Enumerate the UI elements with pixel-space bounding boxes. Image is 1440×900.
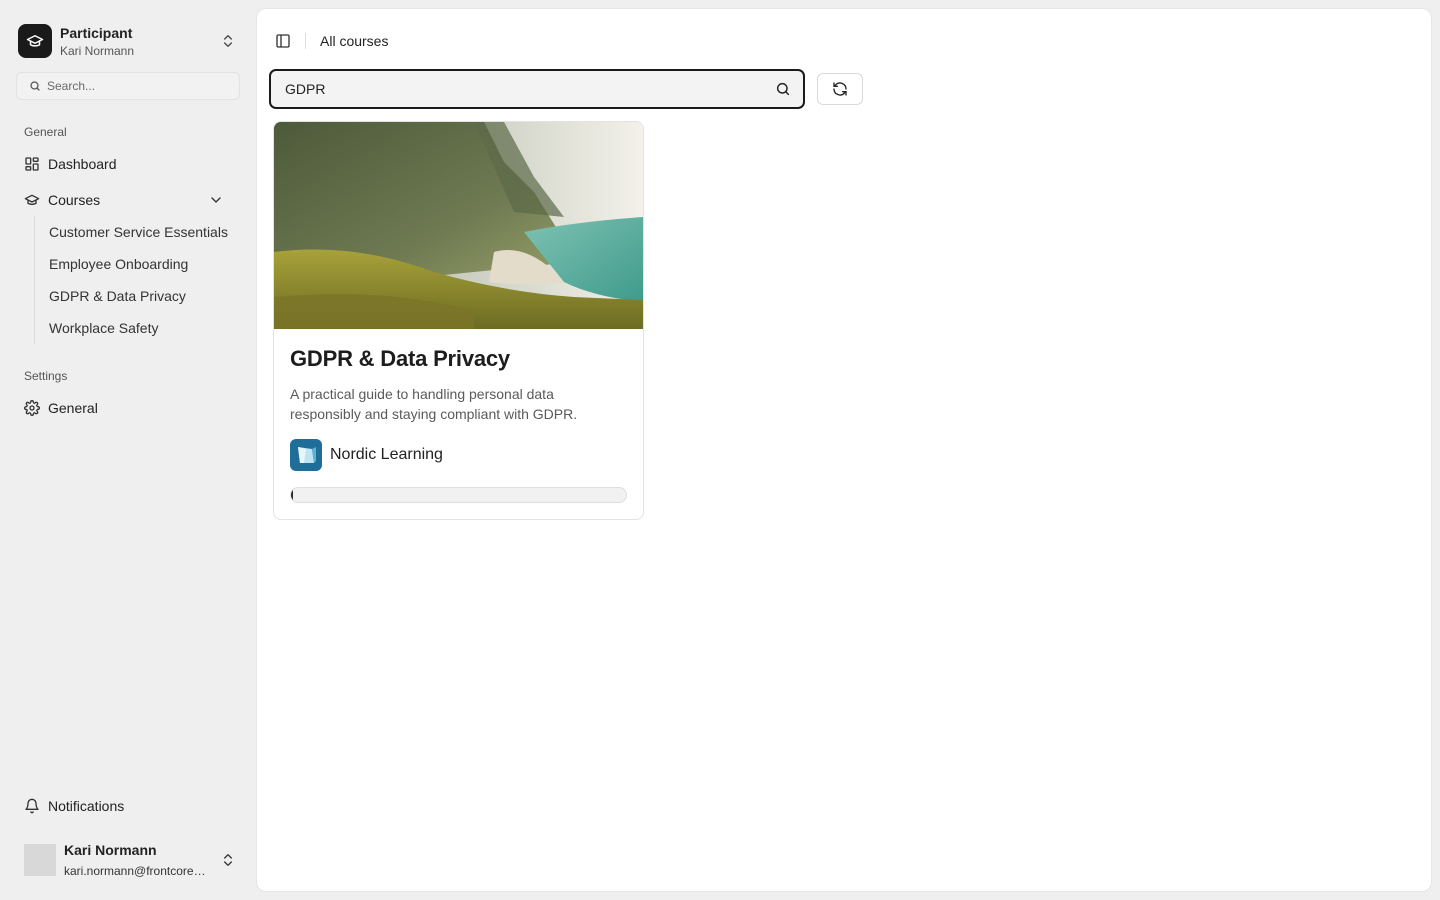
topbar: All courses (273, 31, 388, 51)
gear-icon (24, 400, 40, 416)
avatar (24, 844, 56, 876)
main-content: All courses GDPR GDPR & Data Privacy A p… (256, 8, 1432, 892)
sidebar-item-label: General (48, 400, 98, 416)
courses-subnav: Customer Service Essentials Employee Onb… (34, 216, 240, 344)
course-card[interactable]: GDPR & Data Privacy A practical guide to… (273, 121, 644, 520)
chevrons-up-down-icon (224, 35, 232, 47)
course-progress-fill (291, 488, 293, 502)
chevron-down-icon[interactable] (208, 192, 224, 208)
sidebar-subitem-course[interactable]: Customer Service Essentials (35, 216, 240, 248)
course-search[interactable] (269, 69, 805, 109)
bell-icon (25, 798, 39, 814)
course-progress-bar (290, 487, 627, 503)
sidebar-item-label: Courses (48, 192, 101, 208)
user-name: Kari Normann (64, 842, 157, 858)
graduation-cap-icon (24, 194, 40, 205)
sidebar-subitem-course[interactable]: Workplace Safety (35, 312, 240, 344)
sidebar-subitem-course[interactable]: Employee Onboarding (35, 248, 240, 280)
search-icon (30, 81, 40, 91)
org-switcher[interactable]: Participant Kari Normann (16, 20, 240, 62)
divider (305, 33, 306, 49)
user-email: kari.normann@frontcore.com (64, 864, 206, 878)
sidebar-subitem-course[interactable]: GDPR & Data Privacy (35, 280, 240, 312)
provider-logo-icon (290, 439, 322, 471)
course-provider: Nordic Learning (290, 439, 443, 471)
chevrons-up-down-icon (224, 854, 232, 866)
sidebar-toggle-button[interactable] (273, 31, 293, 51)
sidebar-item-dashboard[interactable]: Dashboard (24, 150, 240, 178)
course-cover-image (274, 122, 643, 329)
sidebar-search-input[interactable] (47, 79, 227, 93)
sidebar-item-courses[interactable]: Courses (24, 186, 240, 214)
search-icon[interactable] (775, 81, 791, 97)
org-subtitle: Kari Normann (60, 43, 135, 58)
sidebar-item-label: Dashboard (48, 156, 117, 172)
sidebar-search[interactable] (16, 72, 240, 100)
layout-grid-icon (25, 157, 39, 171)
panel-left-icon (276, 34, 290, 48)
sidebar: Participant Kari Normann General Dashboa… (0, 0, 256, 900)
course-search-input[interactable] (285, 81, 775, 97)
refresh-icon (833, 82, 847, 96)
sidebar-item-notifications[interactable]: Notifications (24, 792, 240, 820)
provider-name: Nordic Learning (330, 446, 443, 463)
section-label-general: General (24, 125, 67, 139)
sidebar-item-label: Notifications (48, 798, 125, 814)
org-title: Participant (60, 24, 133, 41)
section-label-settings: Settings (24, 369, 68, 383)
sidebar-item-settings-general[interactable]: General (24, 394, 240, 422)
refresh-button[interactable] (817, 73, 863, 105)
user-menu[interactable]: Kari Normann kari.normann@frontcore.com (24, 836, 240, 884)
breadcrumb: All courses (320, 33, 389, 49)
course-title: GDPR & Data Privacy (290, 346, 510, 371)
course-description: A practical guide to handling personal d… (290, 386, 578, 422)
graduation-cap-icon (18, 24, 52, 58)
